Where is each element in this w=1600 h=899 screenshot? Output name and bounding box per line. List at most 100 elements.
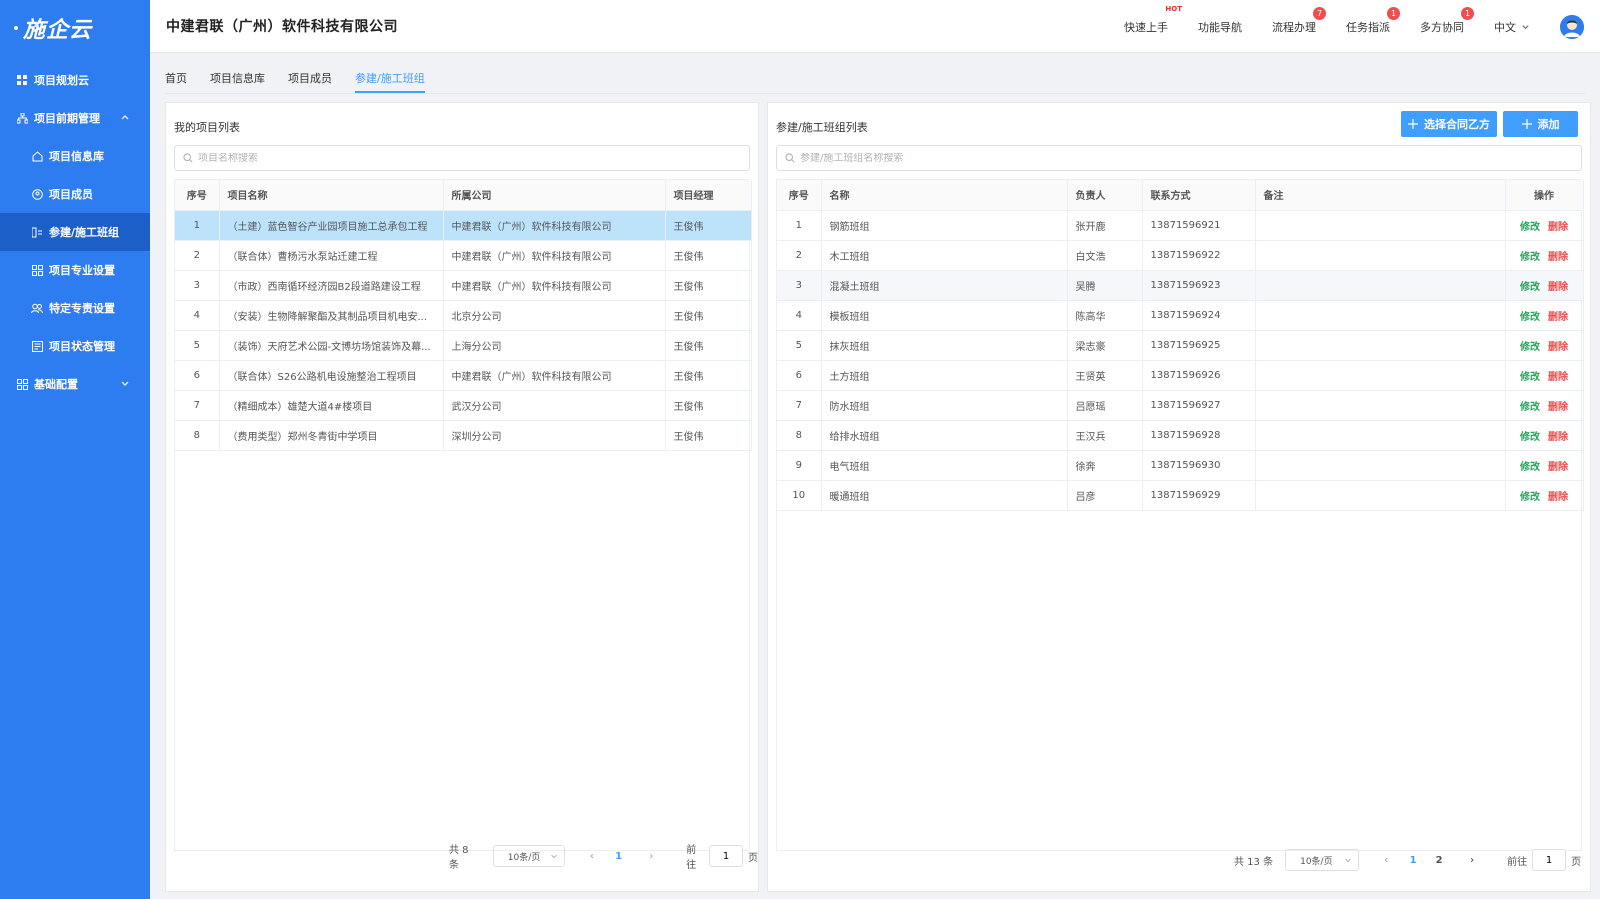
edit-button[interactable]: 修改 [1520,222,1540,233]
table-row[interactable]: 3 （市政）西南循环经济园B2段道路建设工程 中建君联（广州）软件科技有限公司 王俊伟 [175,270,752,301]
edit-button[interactable]: 修改 [1520,312,1540,323]
nav-process[interactable]: 流程办理 7 [1272,6,1326,35]
page-size-select[interactable]: 10条/页 [1285,849,1360,871]
table-cell: 1 [777,210,822,241]
sidebar-item-status[interactable]: 项目状态管理 [0,327,150,365]
table-row[interactable]: 7 防水班组 吕愿瑶 13871596927 修改 删除 [777,390,1584,421]
page-number[interactable]: 1 [1407,855,1419,866]
table-cell: 13871596923 [1142,270,1256,301]
table-row[interactable]: 1 （土建）蓝色智谷产业园项目施工总承包工程 中建君联（广州）软件科技有限公司 王俊伟 [175,210,752,241]
edit-button[interactable]: 修改 [1520,432,1540,443]
prev-page-button[interactable]: ‹ [1379,855,1393,866]
edit-button[interactable]: 修改 [1520,462,1540,473]
table-cell: （市政）西南循环经济园B2段道路建设工程 [219,270,444,301]
delete-button[interactable]: 删除 [1548,402,1568,413]
tab-project-info[interactable]: 项目信息库 [210,60,265,93]
sidebar-item-base-config[interactable]: 基础配置 [0,365,150,403]
edit-button[interactable]: 修改 [1520,402,1540,413]
nav-function-guide[interactable]: 功能导航 [1198,19,1242,35]
table-row[interactable]: 6 土方班组 王贤英 13871596926 修改 删除 [777,360,1584,391]
delete-button[interactable]: 删除 [1548,372,1568,383]
table-cell: 抹灰班组 [821,330,1068,361]
table-row[interactable]: 2 木工班组 白文浩 13871596922 修改 删除 [777,240,1584,271]
table-row[interactable]: 6 （联合体）S26公路机电设施整治工程项目 中建君联（广州）软件科技有限公司 王俊伟 [175,360,752,391]
page-number[interactable]: 1 [613,851,625,862]
sidebar-item-teams[interactable]: 参建/施工班组 [0,213,150,251]
delete-button[interactable]: 删除 [1548,342,1568,353]
prev-page-button[interactable]: ‹ [585,851,599,862]
delete-button[interactable]: 删除 [1548,252,1568,263]
project-list-panel: 我的项目列表 序号 项目名称 所属公司 项目经理 1（土建）蓝色智谷产业园项目施… [165,102,759,892]
actions-cell: 修改 删除 [1505,240,1584,271]
table-header-row: 序号 项目名称 所属公司 项目经理 [175,180,752,211]
sidebar-item-label: 基础配置 [34,378,78,391]
delete-button[interactable]: 删除 [1548,312,1568,323]
delete-button[interactable]: 删除 [1548,282,1568,293]
nav-quick-start[interactable]: 快速上手 HOT [1124,5,1182,35]
table-row[interactable]: 4 （安装）生物降解聚酯及其制品项目机电安... 北京分公司 王俊伟 [175,300,752,331]
table-row[interactable]: 8 给排水班组 王汉兵 13871596928 修改 删除 [777,420,1584,451]
table-row[interactable]: 4 模板班组 陈高华 13871596924 修改 删除 [777,300,1584,331]
tab-project-members[interactable]: 项目成员 [288,60,332,93]
page-number[interactable]: 2 [1433,855,1445,866]
column-header: 备注 [1255,180,1506,211]
sidebar-item-project-members[interactable]: 项目成员 [0,175,150,213]
tab-home[interactable]: 首页 [165,60,187,93]
delete-button[interactable]: 删除 [1548,222,1568,233]
table-row[interactable]: 5 （装饰）天府艺术公园-文博坊场馆装饰及幕... 上海分公司 王俊伟 [175,330,752,361]
table-row[interactable]: 8 （费用类型）郑州冬青街中学项目 深圳分公司 王俊伟 [175,420,752,451]
table-row[interactable]: 9 电气班组 徐奔 13871596930 修改 删除 [777,450,1584,481]
search-input[interactable] [198,152,749,164]
table-cell: 防水班组 [821,390,1068,421]
edit-button[interactable]: 修改 [1520,282,1540,293]
column-header: 操作 [1505,180,1584,211]
actions-cell: 修改 删除 [1505,450,1584,481]
sidebar-item-duty[interactable]: 特定专责设置 [0,289,150,327]
next-page-button[interactable]: › [1465,855,1479,866]
logo-dot [14,25,18,30]
sidebar-item-pre-project[interactable]: 项目前期管理 [0,99,150,137]
table-cell: 8 [175,420,220,451]
delete-button[interactable]: 删除 [1548,492,1568,503]
nav-task[interactable]: 任务指派 1 [1346,6,1400,35]
logo: 施企云 [0,0,150,55]
total-count: 共 8 条 [449,845,469,871]
table-cell: 王俊伟 [665,270,752,301]
table-row[interactable]: 10 暖通班组 吕彦 13871596929 修改 删除 [777,480,1584,511]
avatar[interactable] [1560,14,1584,39]
add-button[interactable]: 添加 [1503,111,1578,137]
next-page-button[interactable]: › [645,851,659,862]
language-select[interactable]: 中文 [1494,19,1530,35]
table-row[interactable]: 1 钢筋班组 张开鹿 13871596921 修改 删除 [777,210,1584,241]
delete-button[interactable]: 删除 [1548,462,1568,473]
table-row[interactable]: 7 （精细成本）雄楚大道4#楼项目 武汉分公司 王俊伟 [175,390,752,421]
sidebar-item-project-info[interactable]: 项目信息库 [0,137,150,175]
table-cell [1255,360,1506,391]
table-row[interactable]: 5 抹灰班组 梁志豪 13871596925 修改 删除 [777,330,1584,361]
edit-button[interactable]: 修改 [1520,252,1540,263]
select-contractor-button[interactable]: 选择合同乙方 [1401,111,1497,137]
tab-teams[interactable]: 参建/施工班组 [355,60,425,93]
goto-input[interactable] [709,845,743,867]
edit-button[interactable]: 修改 [1520,492,1540,503]
search-input[interactable] [800,152,1581,164]
edit-button[interactable]: 修改 [1520,372,1540,383]
sidebar-item-specialty[interactable]: 项目专业设置 [0,251,150,289]
table-row[interactable]: 3 混凝土班组 吴腾 13871596923 修改 删除 [777,270,1584,301]
sidebar-item-project-planning[interactable]: 项目规划云 [0,61,150,99]
goto-input[interactable] [1532,849,1567,871]
nav-label: 流程办理 [1272,20,1316,34]
nav-collaboration[interactable]: 多方协同 1 [1420,6,1474,35]
page-size-select[interactable]: 10条/页 [492,845,566,867]
table-cell: 混凝土班组 [821,270,1068,301]
edit-button[interactable]: 修改 [1520,342,1540,353]
table-row[interactable]: 2 （联合体）曹杨污水泵站迁建工程 中建君联（广州）软件科技有限公司 王俊伟 [175,240,752,271]
team-search[interactable] [776,145,1582,171]
project-search[interactable] [174,145,750,171]
delete-button[interactable]: 删除 [1548,432,1568,443]
apps-icon [31,264,43,276]
table-cell: 王汉兵 [1067,420,1143,451]
table-cell: 9 [777,450,822,481]
actions-cell: 修改 删除 [1505,330,1584,361]
table-cell: 北京分公司 [443,300,666,331]
